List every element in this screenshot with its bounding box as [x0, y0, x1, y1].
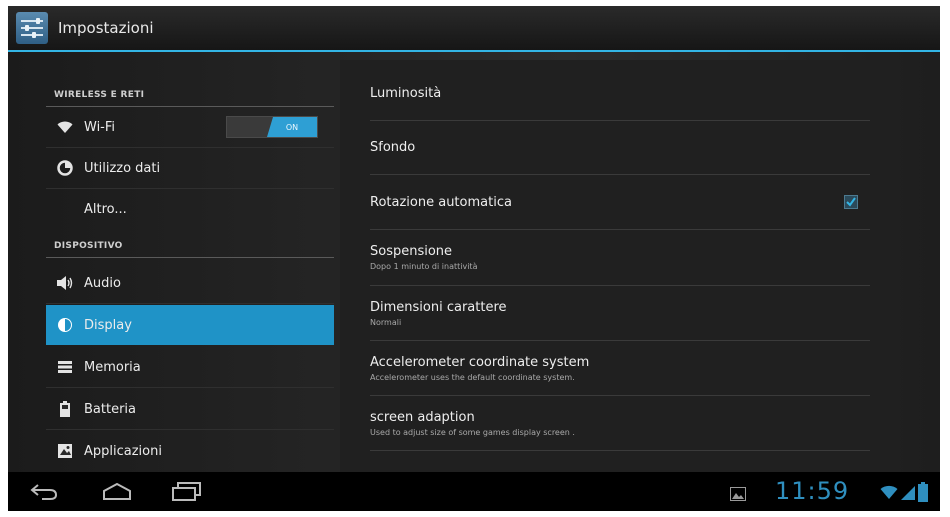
sidebar-item-wifi[interactable]: Wi-Fi ON: [46, 107, 334, 148]
sidebar-item-label: Utilizzo dati: [84, 160, 161, 176]
data-usage-icon: [56, 159, 74, 177]
sidebar-item-label: Memoria: [84, 359, 141, 375]
display-brightness-icon: [56, 316, 74, 334]
action-bar: Impostazioni: [8, 6, 940, 52]
settings-content: WIRELESS E RETI Wi-Fi ON Utilizzo dati A…: [8, 52, 940, 472]
sidebar-item-storage[interactable]: Memoria: [46, 347, 334, 388]
sidebar-item-label: Applicazioni: [84, 443, 162, 459]
toggle-state: ON: [267, 117, 317, 137]
wifi-icon: [56, 118, 74, 136]
pref-font-size[interactable]: Dimensioni carattere Normali: [370, 300, 870, 341]
sidebar-item-data-usage[interactable]: Utilizzo dati: [46, 148, 334, 189]
pref-title: Sospensione: [370, 244, 453, 259]
section-divider: [46, 257, 334, 258]
section-header-wireless: WIRELESS E RETI: [54, 90, 145, 100]
display-settings-panel: Luminosità Sfondo Rotazione automatica S…: [340, 60, 900, 472]
pref-title: Rotazione automatica: [370, 195, 512, 210]
battery-icon: [918, 482, 928, 506]
back-arrow-icon: [30, 484, 58, 500]
pref-summary: Dopo 1 minuto di inattività: [370, 262, 478, 271]
sidebar-item-label: Audio: [84, 275, 121, 291]
cell-signal-icon: [901, 484, 915, 504]
system-bar: 11:59: [8, 472, 940, 511]
notification-image-icon[interactable]: [730, 486, 746, 505]
pref-wallpaper[interactable]: Sfondo: [370, 140, 870, 175]
sidebar-item-label: Batteria: [84, 401, 136, 417]
sidebar-item-audio[interactable]: Audio: [46, 263, 334, 304]
pref-auto-rotate[interactable]: Rotazione automatica: [370, 195, 870, 230]
battery-icon: [56, 400, 74, 418]
pref-title: screen adaption: [370, 410, 475, 425]
home-icon: [103, 482, 131, 500]
settings-sliders-icon[interactable]: [16, 12, 48, 44]
pref-summary: Normali: [370, 318, 402, 327]
pref-summary: Accelerometer uses the default coordinat…: [370, 373, 575, 382]
pref-screen-adaption[interactable]: screen adaption Used to adjust size of s…: [370, 410, 870, 451]
pref-title: Sfondo: [370, 140, 416, 155]
back-button[interactable]: [28, 480, 62, 502]
sidebar-item-battery[interactable]: Batteria: [46, 389, 334, 430]
recent-apps-button[interactable]: [170, 480, 204, 502]
pref-sleep[interactable]: Sospensione Dopo 1 minuto di inattività: [370, 244, 870, 286]
sidebar-item-display[interactable]: Display: [46, 305, 334, 345]
section-header-device: DISPOSITIVO: [54, 241, 123, 251]
pref-title: Dimensioni carattere: [370, 300, 507, 315]
sidebar-item-label: Wi-Fi: [84, 119, 116, 135]
wifi-signal-icon: [880, 484, 898, 504]
home-button[interactable]: [100, 480, 134, 502]
android-settings-screen: Impostazioni WIRELESS E RETI Wi-Fi ON Ut…: [8, 6, 940, 511]
sidebar-item-apps[interactable]: Applicazioni: [46, 431, 334, 471]
auto-rotate-checkbox[interactable]: [844, 195, 858, 209]
wifi-toggle[interactable]: ON: [226, 116, 318, 138]
page-title: Impostazioni: [58, 19, 154, 37]
storage-icon: [56, 358, 74, 376]
recent-apps-icon: [172, 482, 201, 501]
pref-title: Luminosità: [370, 86, 442, 101]
speaker-icon: [56, 274, 74, 292]
pref-title: Accelerometer coordinate system: [370, 355, 590, 370]
pref-accelerometer[interactable]: Accelerometer coordinate system Accelero…: [370, 355, 870, 396]
pref-brightness[interactable]: Luminosità: [370, 86, 870, 121]
settings-categories: WIRELESS E RETI Wi-Fi ON Utilizzo dati A…: [46, 52, 334, 472]
sidebar-item-label: Altro...: [84, 201, 127, 217]
sidebar-item-more[interactable]: Altro...: [46, 189, 334, 229]
apps-icon: [56, 442, 74, 460]
pref-summary: Used to adjust size of some games displa…: [370, 428, 575, 437]
sidebar-item-label: Display: [84, 317, 132, 333]
status-clock: 11:59: [775, 477, 850, 505]
